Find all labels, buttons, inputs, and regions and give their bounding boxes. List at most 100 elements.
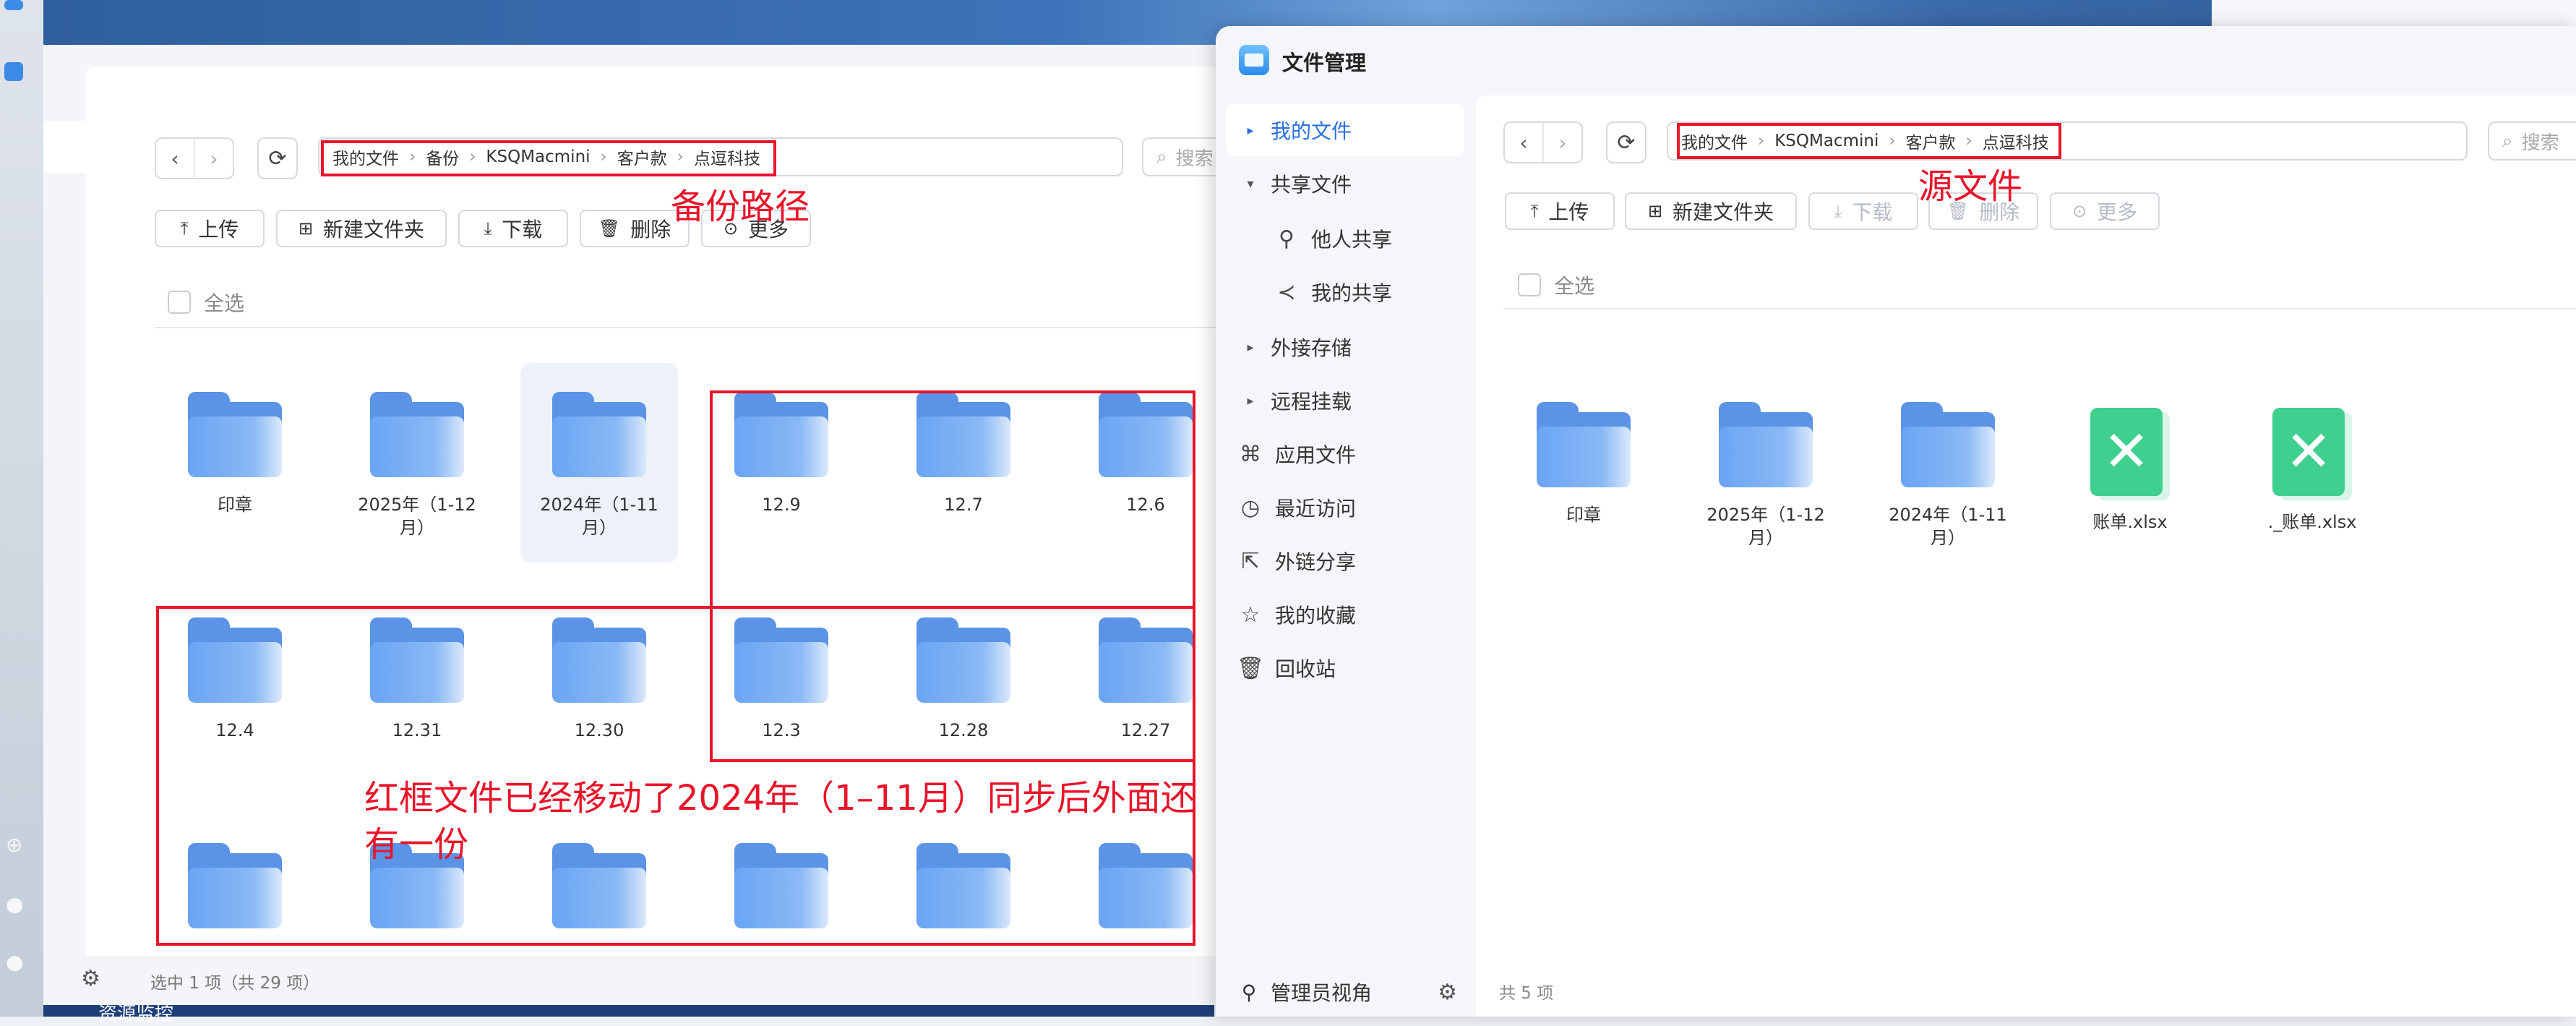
upload-button[interactable]: ⤒ 上传 — [1505, 192, 1615, 230]
forward-button[interactable]: › — [1542, 123, 1581, 162]
sidebar-item[interactable]: ▸ 我的文件 — [1226, 104, 1464, 156]
file-manager-dock-icon[interactable] — [4, 62, 23, 81]
sidebar-item[interactable]: ▾ 共享文件 — [1226, 158, 1464, 210]
sidebar-item[interactable]: ◷ 最近访问 — [1226, 482, 1464, 534]
selection-status: 选中 1 项（共 29 项） — [150, 974, 320, 993]
delete-label: 删除 — [630, 218, 671, 241]
caret-down-icon[interactable]: ▾ — [1240, 176, 1261, 192]
search-placeholder: 搜索 — [2521, 132, 2559, 154]
back-button[interactable]: ‹ — [156, 139, 194, 178]
background-window-edge — [2212, 0, 2576, 29]
caret-right-icon[interactable]: ▸ — [1240, 123, 1261, 138]
folder-icon — [1537, 402, 1631, 487]
more-label: 更多 — [2097, 200, 2138, 224]
folder-icon — [1719, 402, 1813, 487]
select-all-checkbox[interactable] — [168, 291, 191, 314]
moved-files-annotation: 红框文件已经移动了2024年（1–11月）同步后外面还有一份 — [364, 778, 1195, 865]
sidebar-item-label: 应用文件 — [1275, 443, 1357, 467]
select-all[interactable]: 全选 — [1518, 270, 1594, 299]
download-label: 下载 — [502, 218, 543, 241]
nav-buttons: ‹ › — [1503, 121, 1583, 163]
desktop-dock: ⊕ ● ● — [0, 0, 43, 1017]
backup-path-highlight — [321, 140, 776, 176]
caret-right-icon[interactable]: ▸ — [1240, 393, 1261, 409]
more-icon: ⊙ — [2071, 201, 2087, 221]
excel-file-icon: ✕ — [2090, 408, 2170, 500]
sidebar-item-label: 最近访问 — [1275, 497, 1357, 521]
bell-icon[interactable]: ● — [6, 892, 23, 916]
sidebar-item-label: 远程挂载 — [1271, 390, 1352, 414]
sidebar-item-label: 我的收藏 — [1275, 604, 1357, 628]
folder-item[interactable]: 印章 — [1505, 373, 1662, 573]
caret-right-icon[interactable]: ▸ — [1240, 340, 1261, 355]
back-button[interactable]: ‹ — [1505, 123, 1542, 162]
file-item[interactable]: ✕ 账单.xlsx — [2051, 373, 2209, 573]
refresh-button[interactable]: ⟳ — [1606, 121, 1647, 163]
sidebar-item[interactable]: 🗑 回收站 — [1226, 642, 1464, 694]
folder-plus-icon: ⊞ — [298, 218, 314, 239]
apps-icon: ⌘ — [1240, 441, 1261, 467]
select-all-checkbox[interactable] — [1518, 273, 1541, 296]
folder-item[interactable]: 印章 — [156, 363, 314, 563]
upload-button[interactable]: ⤒ 上传 — [155, 210, 265, 247]
more-button[interactable]: ⊙ 更多 — [2050, 192, 2160, 230]
sidebar-item-label: 共享文件 — [1271, 173, 1352, 197]
refresh-button[interactable]: ⟳ — [257, 137, 298, 179]
sidebar-item-label: 外链分享 — [1275, 550, 1357, 574]
folder-icon — [552, 392, 646, 477]
sidebar-item-label: 他人共享 — [1311, 228, 1393, 252]
folder-item[interactable]: 2024年（1-11月） — [520, 363, 678, 563]
info-icon[interactable]: ⊕ — [6, 833, 22, 857]
download-icon: ⤓ — [484, 218, 492, 239]
forward-button[interactable]: › — [194, 139, 233, 178]
admin-view[interactable]: ⚲ 管理员视角 ⚙ — [1226, 973, 1464, 1011]
new-folder-button[interactable]: ⊞ 新建文件夹 — [276, 210, 447, 247]
new-folder-button[interactable]: ⊞ 新建文件夹 — [1625, 192, 1797, 230]
user-icon[interactable]: ● — [6, 950, 23, 974]
sidebar-item[interactable]: ⌘ 应用文件 — [1226, 428, 1464, 480]
sidebar-item[interactable]: ▸ 远程挂载 — [1226, 375, 1464, 427]
sidebar-item-label: 回收站 — [1275, 657, 1336, 681]
download-button[interactable]: ⤓ 下载 — [1808, 192, 1918, 230]
folder-icon — [370, 392, 464, 477]
admin-user-icon: ⚲ — [1241, 980, 1257, 1004]
search-input[interactable]: ⌕ 搜索 — [2488, 121, 2576, 161]
upload-label: 上传 — [1548, 200, 1589, 224]
external-link-icon: ⇱ — [1241, 548, 1260, 574]
sidebar-item[interactable]: ☆ 我的收藏 — [1226, 589, 1464, 641]
sidebar-item[interactable]: ▸ 外接存储 — [1226, 321, 1464, 373]
excel-file-icon: ✕ — [2272, 408, 2352, 500]
sidebar-item[interactable]: ⚲ 他人共享 — [1226, 213, 1464, 265]
sidebar-item[interactable]: ⇱ 外链分享 — [1226, 535, 1464, 587]
download-button[interactable]: ⤓ 下载 — [458, 210, 568, 247]
settings-icon[interactable]: ⚙ — [81, 966, 100, 991]
search-icon: ⌕ — [2502, 129, 2513, 152]
source-path-highlight — [1677, 123, 2061, 159]
sidebar-item-label: 外接存储 — [1271, 336, 1352, 360]
folder-icon — [188, 392, 282, 477]
item-name: 印章 — [1566, 505, 1601, 525]
divider — [1503, 308, 2576, 309]
sidebar-item[interactable]: ≺ 我的共享 — [1226, 266, 1464, 318]
search-icon: ⌕ — [1156, 145, 1167, 168]
backup-path-annotation: 备份路径 — [671, 187, 810, 227]
new-folder-label: 新建文件夹 — [323, 218, 425, 241]
trash-icon: 🗑 — [1236, 655, 1265, 681]
file-manager-app-icon — [1239, 45, 1269, 75]
item-count-status: 共 5 项 — [1499, 984, 1554, 1003]
folder-item[interactable]: 2024年（1-11月） — [1869, 373, 2027, 573]
sidebar-item-label: 我的共享 — [1311, 281, 1393, 305]
select-all-label: 全选 — [204, 291, 245, 315]
search-placeholder: 搜索 — [1175, 148, 1214, 170]
folder-item[interactable]: 2025年（1-12月） — [338, 363, 496, 563]
sidebar-item-label: 我的文件 — [1271, 119, 1352, 143]
download-icon: ⤓ — [1834, 201, 1842, 221]
settings-icon[interactable]: ⚙ — [1438, 980, 1457, 1005]
dock-app-icon[interactable] — [4, 0, 23, 10]
item-name: 2024年（1-11月） — [540, 495, 658, 538]
file-item[interactable]: ✕ ._账单.xlsx — [2233, 373, 2391, 573]
item-name: 2025年（1-12月） — [1706, 505, 1825, 548]
item-name: 印章 — [218, 495, 252, 515]
folder-item[interactable]: 2025年（1-12月） — [1687, 373, 1845, 573]
select-all[interactable]: 全选 — [168, 288, 244, 317]
